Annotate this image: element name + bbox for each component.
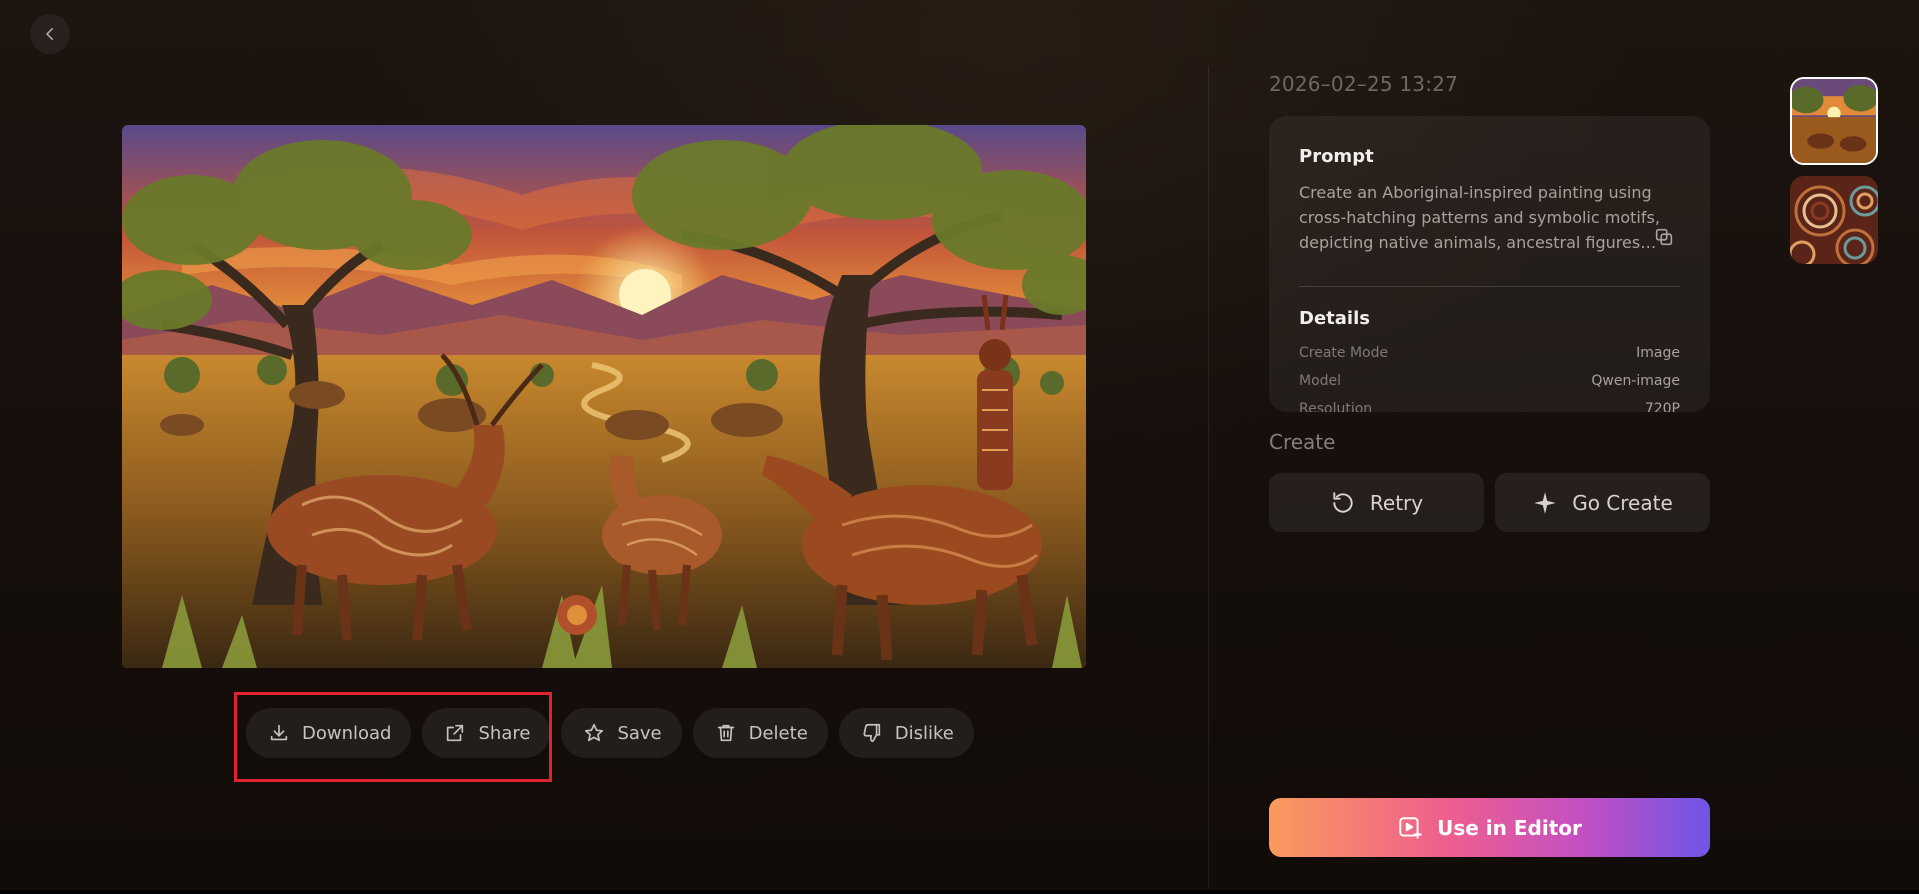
- download-icon: [270, 724, 288, 741]
- share-icon: [447, 724, 464, 742]
- creation-timestamp: 2026–02–25 13:27: [1269, 72, 1458, 96]
- download-label: Download: [302, 722, 392, 744]
- panel-divider: [1208, 66, 1209, 888]
- trash-icon: [717, 724, 734, 742]
- save-label: Save: [617, 722, 662, 744]
- delete-button[interactable]: Delete: [692, 708, 828, 758]
- sparkle-icon: [1534, 491, 1557, 514]
- image-actions-bar: Download Share Save Delete Dislike: [246, 708, 974, 758]
- info-card: Prompt Create an Aboriginal-inspired pai…: [1269, 116, 1710, 412]
- details-heading: Details: [1299, 308, 1370, 329]
- retry-icon: [1333, 491, 1353, 513]
- thumbnail-selected[interactable]: [1790, 77, 1878, 165]
- thumbnail[interactable]: [1790, 176, 1878, 264]
- save-button[interactable]: Save: [561, 708, 682, 758]
- retry-label: Retry: [1369, 490, 1424, 515]
- copy-icon[interactable]: [1653, 226, 1675, 248]
- card-divider: [1299, 286, 1680, 287]
- image-detail-page: Download Share Save Delete Dislike 2026–…: [0, 0, 1919, 894]
- go-create-button[interactable]: Go Create: [1495, 473, 1710, 532]
- detail-value: Image: [1636, 345, 1680, 361]
- detail-row-create-mode: Create Mode Image: [1299, 345, 1680, 361]
- detail-row-resolution: Resolution 720P: [1299, 401, 1680, 412]
- detail-row-model: Model Qwen-image: [1299, 373, 1680, 389]
- editor-icon: [1399, 816, 1422, 839]
- go-create-label: Go Create: [1572, 490, 1673, 515]
- thumbs-down-icon: [863, 723, 880, 743]
- share-button[interactable]: Share: [422, 708, 551, 758]
- detail-label: Resolution: [1299, 401, 1373, 412]
- detail-value: Qwen-image: [1591, 373, 1680, 389]
- create-section-label: Create: [1269, 430, 1336, 454]
- delete-label: Delete: [748, 722, 808, 744]
- retry-button[interactable]: Retry: [1269, 473, 1484, 532]
- generated-image: [122, 125, 1086, 668]
- use-in-editor-label: Use in Editor: [1437, 815, 1582, 840]
- star-icon: [585, 723, 604, 742]
- share-label: Share: [478, 722, 531, 744]
- dislike-label: Dislike: [894, 722, 954, 744]
- bottom-edge: [0, 890, 1919, 894]
- back-button[interactable]: [30, 14, 70, 54]
- detail-label: Model: [1299, 373, 1342, 389]
- detail-label: Create Mode: [1299, 345, 1389, 361]
- detail-value: 720P: [1644, 401, 1680, 412]
- prompt-text: Create an Aboriginal-inspired painting u…: [1299, 183, 1660, 252]
- prompt-heading: Prompt: [1299, 146, 1374, 167]
- use-in-editor-button[interactable]: Use in Editor: [1269, 798, 1710, 857]
- chevron-left-icon: [46, 28, 53, 40]
- dislike-button[interactable]: Dislike: [838, 708, 974, 758]
- download-button[interactable]: Download: [246, 708, 412, 758]
